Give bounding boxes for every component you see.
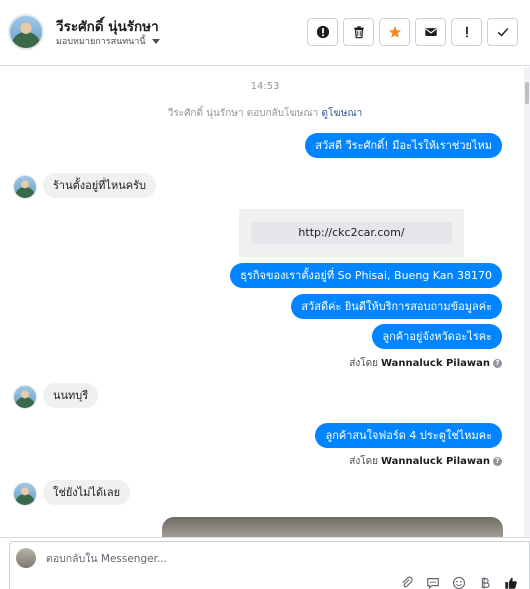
message-bubble-outgoing: สวัสดี วีระศักดิ์! มีอะไรให้เราช่วยไหม <box>305 133 502 158</box>
customer-avatar[interactable] <box>13 482 37 506</box>
exclamation-icon <box>465 26 468 38</box>
mark-spam-button[interactable] <box>307 18 338 46</box>
message-bubble-outgoing: ธุรกิจของเราตั้งอยู่ที่ So Phisai, Bueng… <box>230 263 502 288</box>
trash-icon <box>353 26 364 39</box>
saved-replies-button[interactable] <box>425 576 441 589</box>
reply-input[interactable] <box>46 551 346 567</box>
contact-avatar[interactable] <box>8 14 44 50</box>
composer-tools <box>399 576 519 589</box>
mark-unread-button[interactable] <box>415 18 446 46</box>
help-icon[interactable]: ? <box>493 457 502 466</box>
sent-by-prefix: ส่งโดย <box>349 456 378 467</box>
star-icon <box>388 26 401 38</box>
assign-label: มอบหมายการสนทนานี้ <box>56 37 146 47</box>
message-bubble-incoming: ร้านตั้งอยู่ที่ไหนครับ <box>43 173 156 198</box>
assign-conversation-dropdown[interactable]: มอบหมายการสนทนานี้ <box>56 34 160 48</box>
message-bubble-outgoing: สวัสดีค่ะ ยินดีให้บริการสอบถามข้อมูลค่ะ <box>291 294 502 319</box>
message-bubble-outgoing: ลูกค้าสนใจฟอร์ด 4 ประตูใช่ไหมคะ <box>315 423 502 448</box>
message-bubble-incoming: นนทบุรี <box>43 383 99 408</box>
check-icon <box>497 28 508 37</box>
sent-by-prefix: ส่งโดย <box>349 358 378 369</box>
mark-done-button[interactable] <box>487 18 518 46</box>
mark-important-button[interactable] <box>451 18 482 46</box>
ad-reply-note: วีระศักดิ์ นุ่นรักษา ตอบกลับโฆษณา ดูโฆษณ… <box>0 106 530 121</box>
scrollbar[interactable] <box>524 67 530 537</box>
baht-icon <box>481 577 490 589</box>
sent-by-name: Wannaluck Pilawan <box>380 456 490 467</box>
emoji-icon <box>452 576 466 589</box>
customer-avatar[interactable] <box>13 385 37 409</box>
conversation-header: วีระศักดิ์ นุ่นรักษา มอบหมายการสนทนานี้ <box>0 0 530 66</box>
paperclip-icon <box>402 576 413 588</box>
page-avatar <box>16 548 36 568</box>
like-button[interactable] <box>503 576 519 589</box>
sent-by-label: ส่งโดย Wannaluck Pilawan ? <box>349 356 502 371</box>
alert-circle-icon <box>316 25 329 39</box>
chat-bubble-icon <box>427 578 439 589</box>
sent-by-label: ส่งโดย Wannaluck Pilawan ? <box>349 454 502 469</box>
thumbs-up-icon <box>505 577 517 589</box>
reply-composer <box>0 537 530 589</box>
message-bubble-incoming: ใช่ยังไม่ได้เลย <box>43 480 131 505</box>
scrollbar-thumb[interactable] <box>525 82 529 104</box>
ad-reply-text: วีระศักดิ์ นุ่นรักษา ตอบกลับโฆษณา <box>167 108 319 119</box>
message-bubble-outgoing: ลูกค้าอยู่จังหวัดอะไรคะ <box>372 324 502 349</box>
attach-button[interactable] <box>399 576 415 589</box>
star-button[interactable] <box>379 18 410 46</box>
link-preview-card[interactable]: http://ckc2car.com/ <box>239 209 464 257</box>
help-icon[interactable]: ? <box>493 359 502 368</box>
view-ad-link[interactable]: ดูโฆษณา <box>321 108 362 119</box>
timestamp: 14:53 <box>250 81 280 92</box>
emoji-button[interactable] <box>451 576 467 589</box>
image-attachment[interactable] <box>162 517 503 537</box>
message-thread[interactable]: 14:53 วีระศักดิ์ นุ่นรักษา ตอบกลับโฆษณา … <box>0 67 530 537</box>
customer-avatar[interactable] <box>13 175 37 199</box>
link-url[interactable]: http://ckc2car.com/ <box>251 222 452 244</box>
sent-by-name: Wannaluck Pilawan <box>380 358 490 369</box>
delete-button[interactable] <box>343 18 374 46</box>
conversation-actions <box>307 18 518 46</box>
currency-button[interactable] <box>477 576 493 589</box>
envelope-icon <box>424 28 437 36</box>
caret-down-icon <box>151 38 160 44</box>
